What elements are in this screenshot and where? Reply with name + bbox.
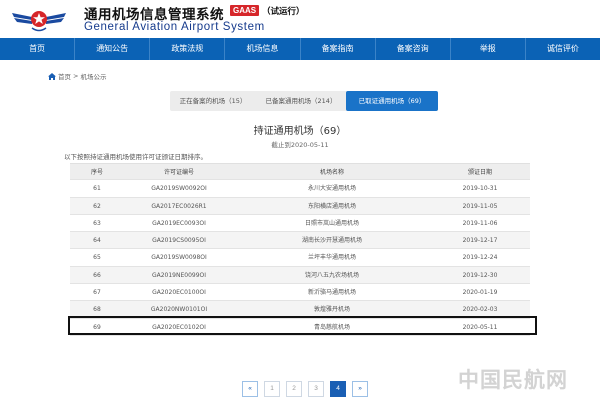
nav-item-notices[interactable]: 通知公告 <box>74 38 149 60</box>
row-no: 67 <box>93 289 101 297</box>
gaas-badge: GAAS <box>230 5 260 16</box>
row-airport-name: 东阳横店通用机场 <box>307 202 356 210</box>
nav-item-filing-guide[interactable]: 备案指南 <box>299 38 375 60</box>
row-airport-name: 新沂骆马通用机场 <box>307 289 356 297</box>
breadcrumb-separator: > <box>73 72 79 80</box>
nav-item-airport-info[interactable]: 机场信息 <box>224 38 299 60</box>
row-date: 2020-01-19 <box>462 289 498 297</box>
row-license: GA2017EC0026R1 <box>151 202 207 210</box>
home-icon[interactable] <box>48 72 56 80</box>
column-header-date: 颁证日期 <box>467 169 492 176</box>
breadcrumb-home-link[interactable]: 首页 <box>58 71 71 81</box>
row-airport-name: 湖南长沙开慧通用机场 <box>301 237 362 245</box>
pagination-page-2[interactable]: 2 <box>286 381 302 397</box>
row-date: 2019-11-06 <box>462 219 498 227</box>
table-row[interactable]: 61 GA2019SW0092OI 永川大安通用机场 2019-10-31 <box>70 180 530 198</box>
table-row[interactable]: 64 GA2019CS0095OI 湖南长沙开慧通用机场 2019-12-17 <box>70 232 530 250</box>
tab-certified-airports[interactable]: 已取证通用机场（69） <box>346 91 438 111</box>
main-nav: 首页 通知公告 政策法规 机场信息 备案指南 备案咨询 举报 诚信评价 <box>0 38 600 60</box>
row-airport-name: 青岛慈航机场 <box>313 323 350 331</box>
trial-tag: （试运行） <box>262 7 305 17</box>
row-license: GA2019SW0098OI <box>151 254 207 262</box>
nav-item-filing-consult[interactable]: 备案咨询 <box>374 38 450 60</box>
tab-filing-in-progress[interactable]: 正在备案的机场（15） <box>170 91 256 111</box>
site-header: 通用机场信息管理系统 GAAS （试运行） General Aviation A… <box>0 0 600 38</box>
row-airport-name: 日照市岚山通用机场 <box>304 219 359 227</box>
table-row[interactable]: 65 GA2019SW0098OI 兰坪丰华通用机场 2019-12-24 <box>70 249 530 267</box>
row-airport-name: 永川大安通用机场 <box>307 185 356 193</box>
row-no: 65 <box>93 254 101 262</box>
row-airport-name: 饶河八五九农场机场 <box>304 271 359 279</box>
row-license: GA2020EC0102OI <box>152 323 206 331</box>
row-no: 64 <box>93 237 101 245</box>
row-airport-name: 兰坪丰华通用机场 <box>307 254 356 262</box>
row-license: GA2020NW0101OI <box>150 306 208 314</box>
pagination-next-button[interactable]: » <box>352 381 368 397</box>
table-row[interactable]: 67 GA2020EC0100OI 新沂骆马通用机场 2020-01-19 <box>70 284 530 302</box>
row-no: 61 <box>93 185 101 193</box>
row-date: 2019-12-17 <box>462 237 498 245</box>
row-license: GA2019SW0092OI <box>151 185 207 193</box>
table-row[interactable]: 69 GA2020EC0102OI 青岛慈航机场 2020-05-11 <box>70 319 530 336</box>
pagination-page-3[interactable]: 3 <box>308 381 324 397</box>
row-date: 2019-12-24 <box>462 254 498 262</box>
row-license: GA2019CS0095OI <box>152 237 206 245</box>
column-header-license: 许可证编号 <box>163 169 194 176</box>
pagination-prev-button[interactable]: « <box>242 381 258 397</box>
pagination-page-1[interactable]: 1 <box>264 381 280 397</box>
airport-status-tabs: 正在备案的机场（15） 已备案通用机场（214） 已取证通用机场（69） <box>170 91 438 111</box>
row-date: 2020-02-03 <box>462 306 498 314</box>
watermark-logo: 中国民航网 <box>458 368 568 392</box>
row-no: 63 <box>93 219 101 227</box>
as-of-date: 截止到2020-05-11 <box>271 141 329 149</box>
pagination-page-4[interactable]: 4 <box>330 381 346 397</box>
list-intro-text: 以下按照持证通用机场使用许可证颁证日期排序。 <box>64 153 207 161</box>
row-no: 69 <box>93 323 101 331</box>
column-header-no: 序号 <box>90 169 103 176</box>
wings-star-logo-icon[interactable] <box>10 4 68 34</box>
row-no: 62 <box>93 202 101 210</box>
nav-item-home[interactable]: 首页 <box>0 38 74 60</box>
page-title: 持证通用机场（69） <box>253 126 347 137</box>
nav-item-integrity[interactable]: 诚信评价 <box>524 38 600 60</box>
nav-item-report[interactable]: 举报 <box>449 38 525 60</box>
pagination: « 1 2 3 4 » <box>242 381 374 397</box>
table-row[interactable]: 63 GA2019EC0093OI 日照市岚山通用机场 2019-11-06 <box>70 215 530 233</box>
table-row[interactable]: 68 GA2020NW0101OI 敦煌雅丹机场 2020-02-03 <box>70 301 530 319</box>
table-header-row: 序号 许可证编号 机场名称 颁证日期 <box>70 163 530 181</box>
row-no: 66 <box>93 271 101 279</box>
row-date: 2020-05-11 <box>462 323 498 331</box>
breadcrumb: 首页 > 机场公示 <box>48 71 106 81</box>
row-no: 68 <box>93 306 101 314</box>
certified-airports-table: 序号 许可证编号 机场名称 颁证日期 61 GA2019SW0092OI 永川大… <box>70 163 530 336</box>
tab-filed-airports[interactable]: 已备案通用机场（214） <box>256 91 346 111</box>
row-date: 2019-12-30 <box>462 271 498 279</box>
row-date: 2019-11-05 <box>462 202 498 210</box>
row-license: GA2019EC0093OI <box>152 219 206 227</box>
row-date: 2019-10-31 <box>462 185 498 193</box>
row-license: GA2020EC0100OI <box>152 289 206 297</box>
row-license: GA2019NE0099OI <box>151 271 207 279</box>
column-header-name: 机场名称 <box>319 169 344 176</box>
nav-item-policies[interactable]: 政策法规 <box>149 38 224 60</box>
table-row[interactable]: 62 GA2017EC0026R1 东阳横店通用机场 2019-11-05 <box>70 197 530 215</box>
site-title-cn: 通用机场信息管理系统 <box>84 7 224 23</box>
site-title-en: General Aviation Airport System <box>84 21 265 33</box>
table-row[interactable]: 66 GA2019NE0099OI 饶河八五九农场机场 2019-12-30 <box>70 266 530 285</box>
row-airport-name: 敦煌雅丹机场 <box>313 306 350 314</box>
breadcrumb-current: 机场公示 <box>80 73 107 81</box>
